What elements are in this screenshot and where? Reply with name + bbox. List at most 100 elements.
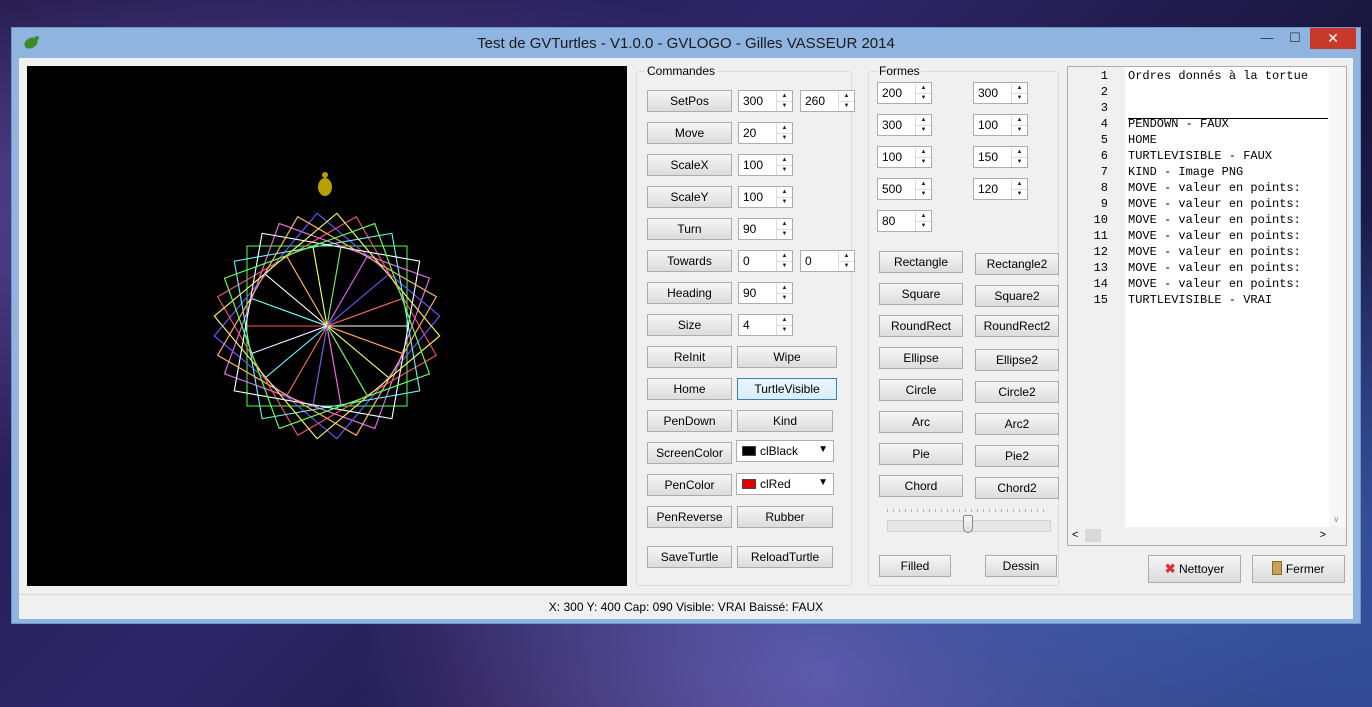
chord2-button[interactable]: Chord2 [975, 477, 1059, 499]
spin-down-icon[interactable]: ▼ [777, 133, 792, 143]
scalex-button[interactable]: ScaleX [647, 154, 732, 176]
roundrect2-button[interactable]: RoundRect2 [975, 315, 1059, 337]
spin-up-icon[interactable]: ▲ [1012, 179, 1027, 189]
formes-input-1[interactable]: 200 ▲ ▼ [877, 82, 932, 104]
fermer-button[interactable]: Fermer [1252, 555, 1345, 583]
spin-down-icon[interactable]: ▼ [1012, 93, 1027, 103]
move-button[interactable]: Move [647, 122, 732, 144]
horizontal-scrollbar[interactable]: < > [1068, 527, 1346, 545]
spin-down-icon[interactable]: ▼ [777, 229, 792, 239]
spin-down-icon[interactable]: ▼ [839, 261, 854, 271]
spin-up-icon[interactable]: ▲ [777, 315, 792, 325]
towards-x-field[interactable]: 0 ▲ ▼ [738, 250, 793, 272]
spin-up-icon[interactable]: ▲ [839, 251, 854, 261]
screencolor-select[interactable]: clBlack ▼ [736, 440, 834, 462]
formes-input-4[interactable]: 100 ▲ ▼ [973, 114, 1028, 136]
dessin-button[interactable]: Dessin [985, 555, 1057, 577]
formes-input-8[interactable]: 120 ▲ ▼ [973, 178, 1028, 200]
turtle-canvas[interactable] [27, 66, 627, 586]
commands-log[interactable]: 1 Ordres donnés à la tortue 2 3 4 PENDOWN - F… [1067, 66, 1347, 546]
filled-button[interactable]: Filled [879, 555, 951, 577]
title-bar[interactable]: Test de GVTurtles - V1.0.0 - GVLOGO - Gi… [12, 28, 1360, 58]
chord-button[interactable]: Chord [879, 475, 963, 497]
nettoyer-button[interactable]: ✖ Nettoyer [1148, 555, 1241, 583]
dropdown-icon[interactable]: ▼ [818, 444, 828, 455]
spin-up-icon[interactable]: ▲ [777, 219, 792, 229]
pencolor-select[interactable]: clRed ▼ [736, 473, 834, 495]
spin-down-icon[interactable]: ▼ [916, 157, 931, 167]
heading-button[interactable]: Heading [647, 282, 732, 304]
spin-up-icon[interactable]: ▲ [777, 251, 792, 261]
spin-down-icon[interactable]: ▼ [916, 189, 931, 199]
scroll-right-icon[interactable]: > [1320, 529, 1326, 541]
scalex-field[interactable]: 100 ▲ ▼ [738, 154, 793, 176]
setpos-y-field[interactable]: 260 ▲ ▼ [800, 90, 855, 112]
move-field[interactable]: 20 ▲ ▼ [738, 122, 793, 144]
spin-down-icon[interactable]: ▼ [777, 261, 792, 271]
vertical-scrollbar[interactable]: ∨ [1329, 67, 1346, 527]
spin-up-icon[interactable]: ▲ [1012, 83, 1027, 93]
spin-up-icon[interactable]: ▲ [1012, 115, 1027, 125]
spin-up-icon[interactable]: ▲ [916, 147, 931, 157]
circle-button[interactable]: Circle [879, 379, 963, 401]
pendown-button[interactable]: PenDown [647, 410, 732, 432]
spin-down-icon[interactable]: ▼ [777, 197, 792, 207]
turn-field[interactable]: 90 ▲ ▼ [738, 218, 793, 240]
spin-up-icon[interactable]: ▲ [777, 91, 792, 101]
saveturtle-button[interactable]: SaveTurtle [647, 546, 732, 568]
arc-button[interactable]: Arc [879, 411, 963, 433]
maximize-icon[interactable]: ☐ [1282, 28, 1308, 49]
minimize-icon[interactable]: — [1254, 28, 1280, 49]
spin-down-icon[interactable]: ▼ [777, 293, 792, 303]
kind-button[interactable]: Kind [737, 410, 833, 432]
reinit-button[interactable]: ReInit [647, 346, 732, 368]
setpos-x-field[interactable]: 300 ▲ ▼ [738, 90, 793, 112]
scaley-field[interactable]: 100 ▲ ▼ [738, 186, 793, 208]
pencolor-button[interactable]: PenColor [647, 474, 732, 496]
home-button[interactable]: Home [647, 378, 732, 400]
wipe-button[interactable]: Wipe [737, 346, 837, 368]
formes-input-7[interactable]: 500 ▲ ▼ [877, 178, 932, 200]
spin-up-icon[interactable]: ▲ [916, 83, 931, 93]
spin-up-icon[interactable]: ▲ [777, 155, 792, 165]
arc2-button[interactable]: Arc2 [975, 413, 1059, 435]
formes-input-9[interactable]: 80 ▲ ▼ [877, 210, 932, 232]
spin-down-icon[interactable]: ▼ [1012, 125, 1027, 135]
rubber-button[interactable]: Rubber [737, 506, 833, 528]
spin-down-icon[interactable]: ▼ [777, 325, 792, 335]
size-button[interactable]: Size [647, 314, 732, 336]
spin-up-icon[interactable]: ▲ [777, 283, 792, 293]
spin-down-icon[interactable]: ▼ [1012, 189, 1027, 199]
spin-down-icon[interactable]: ▼ [777, 165, 792, 175]
formes-input-3[interactable]: 300 ▲ ▼ [877, 114, 932, 136]
spin-up-icon[interactable]: ▲ [1012, 147, 1027, 157]
pie2-button[interactable]: Pie2 [975, 445, 1059, 467]
roundrect-button[interactable]: RoundRect [879, 315, 963, 337]
spin-up-icon[interactable]: ▲ [839, 91, 854, 101]
formes-input-2[interactable]: 300 ▲ ▼ [973, 82, 1028, 104]
square2-button[interactable]: Square2 [975, 285, 1059, 307]
formes-input-6[interactable]: 150 ▲ ▼ [973, 146, 1028, 168]
heading-field[interactable]: 90 ▲ ▼ [738, 282, 793, 304]
spin-down-icon[interactable]: ▼ [1012, 157, 1027, 167]
spin-down-icon[interactable]: ▼ [777, 101, 792, 111]
slider-thumb[interactable] [963, 515, 973, 533]
scroll-thumb[interactable] [1085, 529, 1101, 542]
spin-up-icon[interactable]: ▲ [916, 115, 931, 125]
penreverse-button[interactable]: PenReverse [647, 506, 732, 528]
spin-down-icon[interactable]: ▼ [916, 221, 931, 231]
close-icon[interactable]: ✕ [1310, 28, 1356, 49]
formes-input-5[interactable]: 100 ▲ ▼ [877, 146, 932, 168]
pie-button[interactable]: Pie [879, 443, 963, 465]
scroll-left-icon[interactable]: < [1072, 529, 1078, 541]
setpos-button[interactable]: SetPos [647, 90, 732, 112]
turtlevisible-button[interactable]: TurtleVisible [737, 378, 837, 400]
spin-up-icon[interactable]: ▲ [777, 123, 792, 133]
square-button[interactable]: Square [879, 283, 963, 305]
spin-up-icon[interactable]: ▲ [916, 179, 931, 189]
spin-down-icon[interactable]: ▼ [916, 93, 931, 103]
spin-up-icon[interactable]: ▲ [777, 187, 792, 197]
size-field[interactable]: 4 ▲ ▼ [738, 314, 793, 336]
towards-button[interactable]: Towards [647, 250, 732, 272]
spin-down-icon[interactable]: ▼ [916, 125, 931, 135]
